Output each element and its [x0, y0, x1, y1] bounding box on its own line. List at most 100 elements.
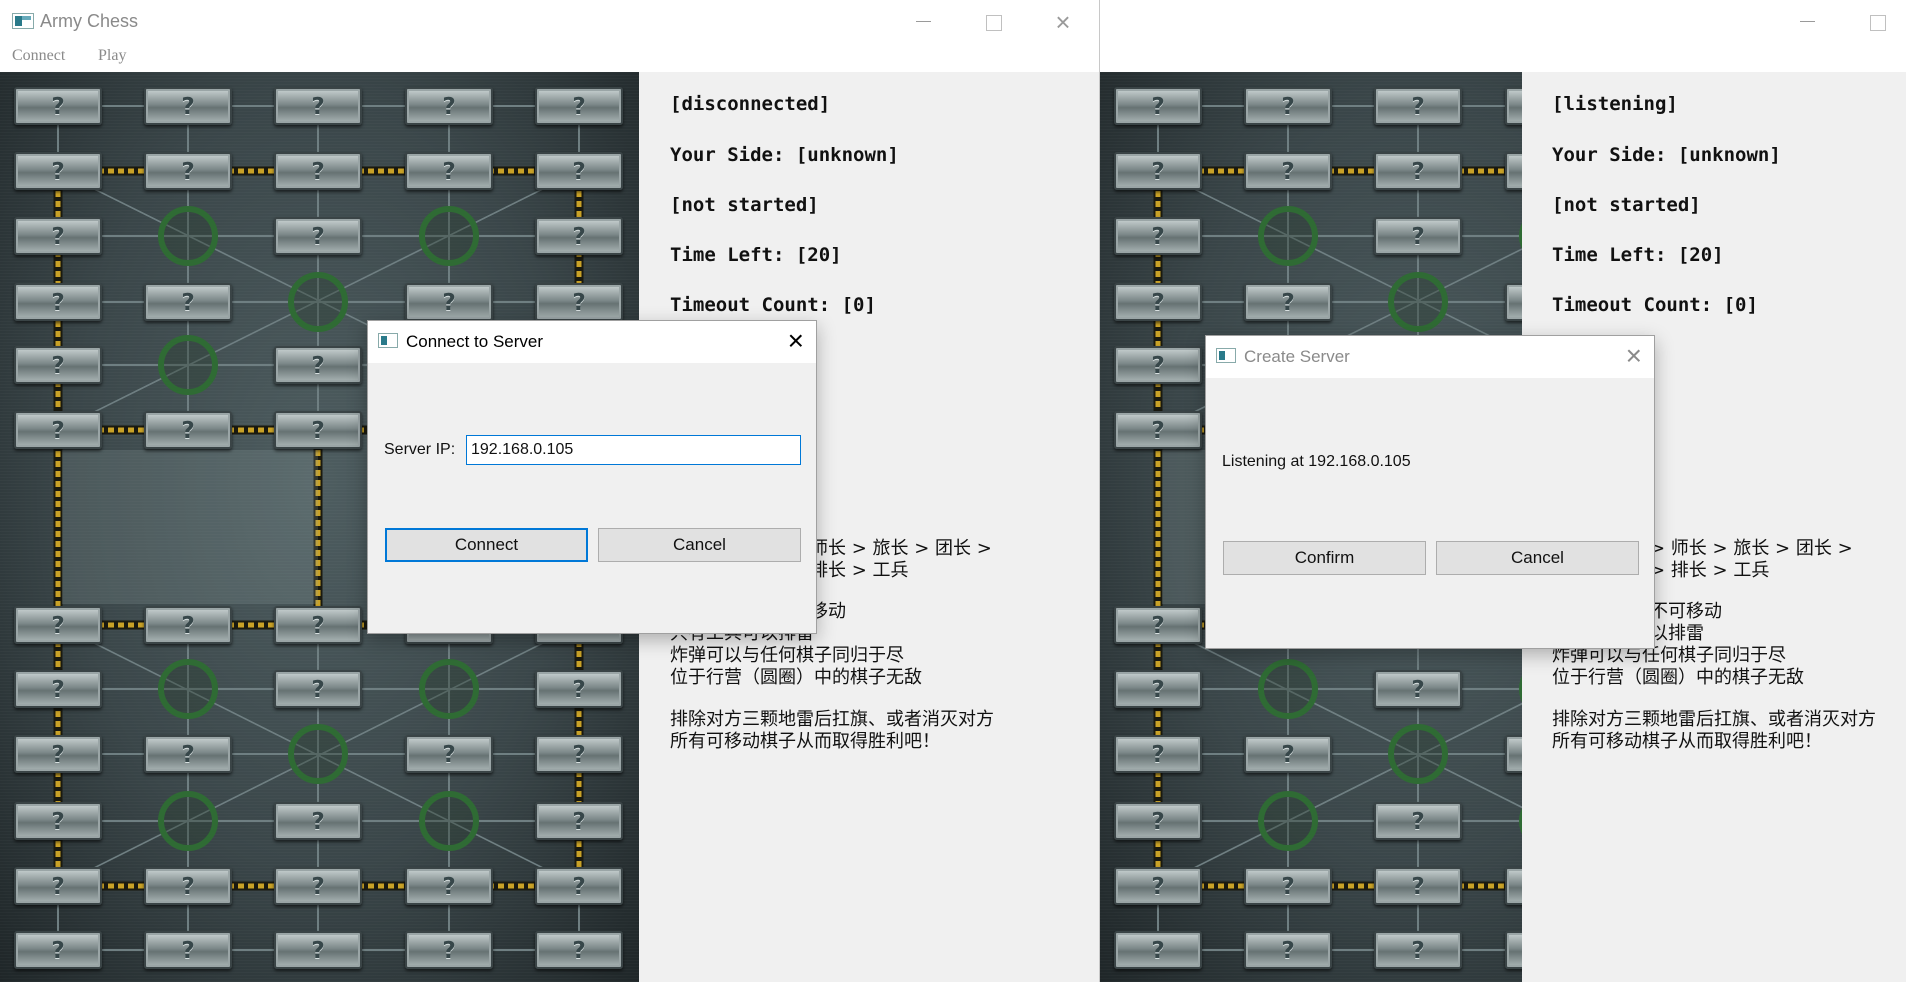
chess-piece[interactable]: ?	[274, 152, 362, 190]
close-button[interactable]: ×	[1040, 0, 1086, 44]
app-icon	[12, 13, 34, 29]
chess-piece[interactable]: ?	[1114, 152, 1202, 190]
maximize-button[interactable]	[1854, 0, 1900, 44]
chess-piece[interactable]: ?	[1114, 87, 1202, 125]
connect-button[interactable]: Connect	[385, 528, 588, 562]
piece-label: ?	[181, 613, 195, 639]
chess-piece[interactable]: ?	[405, 87, 493, 125]
chess-piece[interactable]: ?	[1244, 867, 1332, 905]
piece-label: ?	[51, 159, 65, 185]
piece-label: ?	[1151, 290, 1165, 316]
chess-piece[interactable]: ?	[14, 346, 102, 384]
chess-piece[interactable]: ?	[14, 867, 102, 905]
chess-piece[interactable]: ?	[14, 217, 102, 255]
chess-piece[interactable]: ?	[14, 606, 102, 644]
chess-piece[interactable]: ?	[14, 283, 102, 321]
chess-piece[interactable]: ?	[535, 802, 623, 840]
chess-piece[interactable]: ?	[1374, 87, 1462, 125]
chess-piece[interactable]: ?	[405, 931, 493, 969]
chess-piece[interactable]: ?	[274, 606, 362, 644]
minimize-button[interactable]	[1784, 0, 1830, 44]
chess-piece[interactable]: ?	[1374, 931, 1462, 969]
chess-piece[interactable]: ?	[1114, 735, 1202, 773]
chess-piece[interactable]: ?	[1374, 867, 1462, 905]
menu-connect[interactable]: Connect	[12, 47, 65, 65]
chess-piece[interactable]: ?	[144, 735, 232, 773]
chess-piece[interactable]: ?	[14, 411, 102, 449]
chess-piece[interactable]: ?	[274, 87, 362, 125]
chess-piece[interactable]: ?	[274, 411, 362, 449]
chess-piece[interactable]: ?	[274, 670, 362, 708]
chess-piece[interactable]: ?	[1114, 670, 1202, 708]
chess-piece[interactable]: ?	[1114, 802, 1202, 840]
menu-bar: Connect Play	[0, 44, 1099, 72]
chess-piece[interactable]: ?	[1114, 346, 1202, 384]
piece-label: ?	[1151, 742, 1165, 768]
chess-piece[interactable]: ?	[144, 867, 232, 905]
chess-piece[interactable]: ?	[1244, 87, 1332, 125]
chess-piece[interactable]: ?	[405, 867, 493, 905]
chess-piece[interactable]: ?	[14, 931, 102, 969]
chess-piece[interactable]: ?	[274, 931, 362, 969]
server-ip-input[interactable]: 192.168.0.105	[466, 435, 801, 465]
create-server-dialog: Create Server × Listening at 192.168.0.1…	[1205, 335, 1655, 649]
chess-piece[interactable]: ?	[405, 152, 493, 190]
chess-piece[interactable]: ?	[274, 217, 362, 255]
piece-label: ?	[1411, 809, 1425, 835]
chess-piece[interactable]: ?	[1114, 867, 1202, 905]
chess-piece[interactable]: ?	[535, 931, 623, 969]
piece-label: ?	[181, 938, 195, 964]
chess-piece[interactable]: ?	[14, 802, 102, 840]
chess-piece[interactable]: ?	[1374, 802, 1462, 840]
piece-label: ?	[572, 677, 586, 703]
chess-piece[interactable]: ?	[274, 346, 362, 384]
chess-piece[interactable]: ?	[1374, 152, 1462, 190]
close-icon[interactable]: ×	[1626, 340, 1642, 372]
chess-piece[interactable]: ?	[1244, 931, 1332, 969]
chess-piece[interactable]: ?	[1114, 411, 1202, 449]
piece-label: ?	[1281, 290, 1295, 316]
chess-piece[interactable]: ?	[535, 283, 623, 321]
chess-piece[interactable]: ?	[535, 87, 623, 125]
chess-piece[interactable]: ?	[144, 931, 232, 969]
chess-piece[interactable]: ?	[1374, 670, 1462, 708]
chess-piece[interactable]: ?	[1244, 152, 1332, 190]
minimize-button[interactable]	[900, 0, 946, 44]
chess-piece[interactable]: ?	[14, 735, 102, 773]
chess-piece[interactable]: ?	[535, 152, 623, 190]
connection-status: [disconnected]	[670, 93, 831, 115]
rule-line: > 排长 > 工兵	[1650, 560, 1770, 581]
chess-piece[interactable]: ?	[535, 867, 623, 905]
chess-piece[interactable]: ?	[144, 283, 232, 321]
cancel-button[interactable]: Cancel	[598, 528, 801, 562]
piece-label: ?	[1411, 224, 1425, 250]
chess-piece[interactable]: ?	[535, 217, 623, 255]
chess-piece[interactable]: ?	[14, 152, 102, 190]
chess-piece[interactable]: ?	[1114, 606, 1202, 644]
chess-piece[interactable]: ?	[144, 152, 232, 190]
chess-piece[interactable]: ?	[144, 87, 232, 125]
maximize-button[interactable]	[970, 0, 1016, 44]
chess-piece[interactable]: ?	[144, 411, 232, 449]
chess-piece[interactable]: ?	[1244, 283, 1332, 321]
chess-piece[interactable]: ?	[1114, 217, 1202, 255]
confirm-button[interactable]: Confirm	[1223, 541, 1426, 575]
chess-piece[interactable]: ?	[144, 606, 232, 644]
piece-label: ?	[442, 742, 456, 768]
chess-piece[interactable]: ?	[274, 867, 362, 905]
piece-label: ?	[311, 938, 325, 964]
chess-piece[interactable]: ?	[405, 735, 493, 773]
chess-piece[interactable]: ?	[274, 802, 362, 840]
cancel-button[interactable]: Cancel	[1436, 541, 1639, 575]
chess-piece[interactable]: ?	[14, 670, 102, 708]
chess-piece[interactable]: ?	[1374, 217, 1462, 255]
close-icon[interactable]: ×	[788, 325, 804, 357]
chess-piece[interactable]: ?	[1114, 283, 1202, 321]
chess-piece[interactable]: ?	[14, 87, 102, 125]
chess-piece[interactable]: ?	[535, 735, 623, 773]
chess-piece[interactable]: ?	[535, 670, 623, 708]
chess-piece[interactable]: ?	[405, 283, 493, 321]
chess-piece[interactable]: ?	[1114, 931, 1202, 969]
chess-piece[interactable]: ?	[1244, 735, 1332, 773]
menu-play[interactable]: Play	[98, 47, 126, 65]
